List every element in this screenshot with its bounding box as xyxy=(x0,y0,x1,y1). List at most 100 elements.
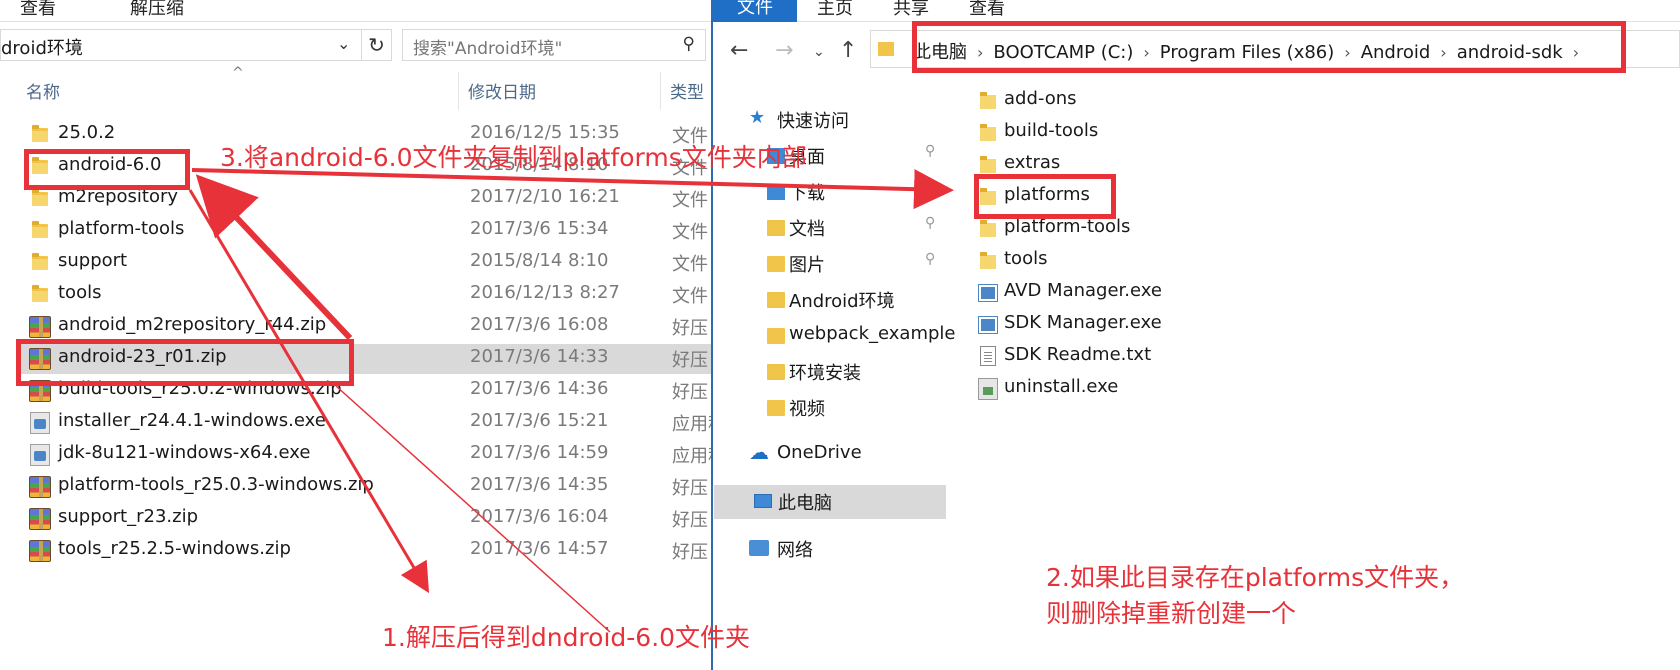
nav-label: webpack_example xyxy=(789,323,956,344)
nav-quick-access[interactable]: ★ 快速访问 xyxy=(713,103,946,137)
zip-icon xyxy=(29,540,51,562)
file-name: SDK Readme.txt xyxy=(1004,344,1152,365)
file-row-installer-exe[interactable]: installer_r24.4.1-windows.exe 2017/3/6 1… xyxy=(22,408,712,438)
file-row-tools-zip[interactable]: tools_r25.2.5-windows.zip 2017/3/6 14:57… xyxy=(22,536,712,566)
file-date: 2017/3/6 14:33 xyxy=(470,346,609,367)
address-bar[interactable]: droid环境 ⌄ xyxy=(0,29,362,61)
file-type: 文件 xyxy=(672,254,708,275)
ribbon-tab-home[interactable]: 主页 xyxy=(817,0,853,20)
search-input[interactable]: 搜索"Android环境" ⚲ xyxy=(402,29,706,61)
file-row-support[interactable]: support 2015/8/14 8:10 文件 xyxy=(22,248,712,278)
file-row-tools[interactable]: tools 2016/12/13 8:27 文件 xyxy=(22,280,712,310)
file-row-support-zip[interactable]: support_r23.zip 2017/3/6 16:04 好压 xyxy=(22,504,712,534)
zip-icon xyxy=(29,316,51,338)
ribbon-tab-view[interactable]: 查看 xyxy=(969,0,1005,20)
folder-icon xyxy=(767,400,785,416)
file-name: android_m2repository_r44.zip xyxy=(58,314,327,335)
folder-icon xyxy=(980,124,996,141)
file-date: 2017/2/10 16:21 xyxy=(470,186,620,207)
chevron-down-icon[interactable]: ⌄ xyxy=(337,34,350,53)
file-row-avd-manager[interactable]: AVD Manager.exe xyxy=(978,278,1378,308)
file-row-sdk-readme[interactable]: SDK Readme.txt xyxy=(978,342,1378,372)
file-name: platform-tools xyxy=(1004,216,1131,237)
file-row-platform-tools-zip[interactable]: platform-tools_r25.0.3-windows.zip 2017/… xyxy=(22,472,712,502)
file-name: platform-tools xyxy=(58,218,185,239)
column-header-name[interactable]: 名称 xyxy=(26,78,60,103)
file-row-android-m2repository-zip[interactable]: android_m2repository_r44.zip 2017/3/6 16… xyxy=(22,312,712,342)
nav-label: Android环境 xyxy=(789,291,895,312)
file-name: add-ons xyxy=(1004,88,1077,109)
file-row-add-ons[interactable]: add-ons xyxy=(978,86,1378,116)
file-name: uninstall.exe xyxy=(1004,376,1119,397)
file-name: support xyxy=(58,250,128,271)
column-divider[interactable] xyxy=(660,72,661,110)
nav-pictures[interactable]: 图片 ⚲ xyxy=(713,247,946,281)
pin-icon[interactable]: ⚲ xyxy=(925,179,935,195)
nav-label: 环境安装 xyxy=(789,363,861,384)
nav-onedrive[interactable]: ☁ OneDrive xyxy=(713,438,946,472)
file-name: installer_r24.4.1-windows.exe xyxy=(58,410,326,431)
file-date: 2017/3/6 15:34 xyxy=(470,218,609,239)
app-icon xyxy=(978,316,998,334)
star-icon: ★ xyxy=(749,107,766,128)
file-name: tools_r25.2.5-windows.zip xyxy=(58,538,291,559)
file-date: 2017/3/6 14:59 xyxy=(470,442,609,463)
ribbon-tab-extract[interactable]: 解压缩 xyxy=(130,0,184,20)
annotation-step-1: 1.解压后得到dndroid-6.0文件夹 xyxy=(382,623,751,652)
nav-network[interactable]: 网络 xyxy=(713,532,946,566)
nav-label: 图片 xyxy=(789,255,825,276)
file-date: 2017/3/6 16:08 xyxy=(470,314,609,335)
pin-icon[interactable]: ⚲ xyxy=(925,215,935,231)
nav-label: OneDrive xyxy=(777,442,862,463)
nav-android-env[interactable]: Android环境 xyxy=(713,283,946,317)
highlight-android-23-zip xyxy=(16,339,354,386)
search-icon[interactable]: ⚲ xyxy=(683,34,695,54)
pictures-icon xyxy=(767,256,785,272)
ribbon-tab-view[interactable]: 查看 xyxy=(20,0,56,20)
navigation-pane: ★ 快速访问 桌面 ⚲ 下载 ⚲ 文档 ⚲ 图片 ⚲ Android环境 web… xyxy=(713,90,955,670)
app-icon xyxy=(978,284,998,302)
file-type: 文件 xyxy=(672,190,708,211)
column-header-type[interactable]: 类型 xyxy=(670,78,704,103)
folder-icon xyxy=(980,220,996,237)
pin-icon[interactable]: ⚲ xyxy=(925,143,935,159)
download-icon xyxy=(767,184,785,200)
ribbon-tab-share[interactable]: 共享 xyxy=(893,0,929,20)
column-divider[interactable] xyxy=(458,72,459,110)
file-row-uninstall[interactable]: uninstall.exe xyxy=(978,374,1378,404)
highlight-address-bar xyxy=(912,21,1626,73)
column-header-date[interactable]: 修改日期 xyxy=(468,78,536,103)
file-type: 应用程 xyxy=(672,414,712,435)
nav-env-install[interactable]: 环境安装 xyxy=(713,355,946,389)
nav-label: 此电脑 xyxy=(778,493,832,514)
file-row-sdk-manager[interactable]: SDK Manager.exe xyxy=(978,310,1378,340)
nav-downloads[interactable]: 下载 ⚲ xyxy=(713,175,946,209)
forward-arrow-icon[interactable]: → xyxy=(775,38,793,63)
file-date: 2017/3/6 14:35 xyxy=(470,474,609,495)
address-text: droid环境 xyxy=(1,38,83,59)
installer-icon xyxy=(30,412,50,434)
file-name: SDK Manager.exe xyxy=(1004,312,1162,333)
file-row-tools[interactable]: tools xyxy=(978,246,1378,276)
folder-icon xyxy=(980,92,996,109)
recent-locations-chevron-icon[interactable]: ⌄ xyxy=(813,44,825,60)
pin-icon[interactable]: ⚲ xyxy=(925,251,935,267)
nav-this-pc[interactable]: 此电脑 xyxy=(714,485,946,519)
right-ribbon: 文件 主页 共享 查看 xyxy=(713,0,1680,22)
file-date: 2017/3/6 16:04 xyxy=(470,506,609,527)
folder-icon xyxy=(980,252,996,269)
nav-webpack-example[interactable]: webpack_example xyxy=(713,319,955,353)
file-row-jdk-exe[interactable]: jdk-8u121-windows-x64.exe 2017/3/6 14:59… xyxy=(22,440,712,470)
file-type: 好压 xyxy=(672,318,708,339)
file-row-platform-tools[interactable]: platform-tools 2017/3/6 15:34 文件 xyxy=(22,216,712,246)
refresh-icon[interactable]: ↻ xyxy=(362,29,392,61)
file-date: 2015/8/14 8:10 xyxy=(470,250,609,271)
folder-icon xyxy=(32,285,48,302)
nav-documents[interactable]: 文档 ⚲ xyxy=(713,211,946,245)
zip-icon xyxy=(29,508,51,530)
back-arrow-icon[interactable]: ← xyxy=(730,38,748,63)
up-arrow-icon[interactable]: ↑ xyxy=(839,38,857,63)
ribbon-tab-file[interactable]: 文件 xyxy=(713,0,797,22)
nav-videos[interactable]: 视频 xyxy=(713,391,946,425)
file-row-build-tools[interactable]: build-tools xyxy=(978,118,1378,148)
